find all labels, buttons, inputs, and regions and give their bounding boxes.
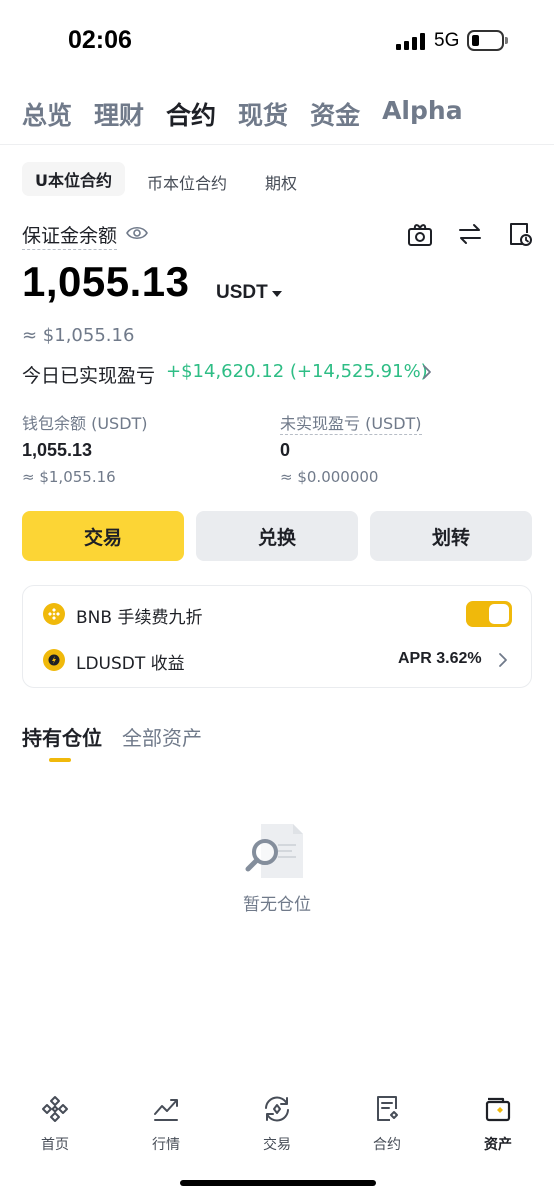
header-divider	[0, 144, 554, 145]
tab-alpha[interactable]: Alpha	[382, 96, 462, 132]
unrealized-pnl-value: 0	[280, 440, 291, 460]
tab-futures[interactable]: 合约	[166, 96, 216, 132]
ldusdt-coin-icon	[43, 649, 65, 671]
top-tabs: 总览 理财 合约 现货 资金 Alpha	[22, 96, 463, 132]
balance-unit[interactable]: USDT	[216, 282, 268, 304]
balance-usd-value: ≈ $1,055.16	[22, 325, 135, 346]
battery-tip	[505, 37, 508, 44]
apr-value[interactable]: APR 3.62%	[398, 650, 482, 668]
status-time: 02:06	[68, 26, 132, 54]
caret-down-icon[interactable]	[272, 291, 282, 297]
tab-funding[interactable]: 资金	[310, 96, 360, 132]
subtab-usdm-futures[interactable]: U本位合约	[22, 162, 125, 196]
realized-pnl-value[interactable]: +$14,620.12 (+14,525.91%)	[166, 361, 428, 382]
nav-futures[interactable]: 合约	[347, 1094, 427, 1154]
nav-market-label: 行情	[152, 1137, 180, 1153]
tab-all-assets[interactable]: 全部资产	[122, 722, 202, 751]
transfer-button[interactable]: 划转	[370, 511, 532, 561]
wallet-balance-usd: ≈ $1,055.16	[22, 468, 116, 486]
unrealized-pnl-label[interactable]: 未实现盈亏 (USDT)	[280, 410, 422, 435]
nav-home[interactable]: 首页	[15, 1094, 95, 1154]
history-doc-icon[interactable]	[506, 220, 534, 248]
margin-balance-label[interactable]: 保证金余额	[22, 221, 118, 250]
network-type: 5G	[434, 30, 460, 51]
battery-icon	[467, 30, 504, 51]
margin-balance-amount: 1,055.13	[22, 258, 190, 305]
ldusdt-earn-label[interactable]: LDUSDT 收益	[76, 649, 185, 674]
realized-pnl-label[interactable]: 今日已实现盈亏	[22, 361, 155, 388]
wallet-balance-value: 1,055.13	[22, 440, 93, 460]
home-indicator[interactable]	[180, 1180, 376, 1186]
signal-icon	[396, 32, 425, 50]
empty-positions-text: 暂无仓位	[243, 895, 311, 915]
tab-overview[interactable]: 总览	[22, 96, 72, 132]
chevron-right-icon[interactable]	[420, 362, 434, 382]
tab-holding-positions[interactable]: 持有仓位	[22, 722, 102, 751]
nav-assets-label: 资产	[484, 1137, 512, 1153]
nav-home-label: 首页	[41, 1137, 69, 1153]
tab-earn[interactable]: 理财	[94, 96, 144, 132]
unrealized-pnl-usd: ≈ $0.000000	[280, 468, 379, 486]
active-tab-indicator	[49, 758, 71, 762]
nav-futures-label: 合约	[373, 1137, 401, 1153]
futures-doc-icon	[377, 1096, 398, 1121]
home-diamond-icon	[42, 1096, 68, 1122]
eye-icon[interactable]	[126, 224, 148, 242]
nav-trade-label: 交易	[263, 1137, 291, 1153]
wallet-balance-label: 钱包余额 (USDT)	[22, 414, 148, 433]
wallet-icon	[485, 1097, 511, 1122]
trade-cycle-icon	[265, 1096, 289, 1122]
subtab-coinm-futures[interactable]: 币本位合约	[147, 170, 227, 194]
nav-trade[interactable]: 交易	[237, 1094, 317, 1154]
bnb-coin-icon	[43, 603, 65, 625]
bnb-discount-label: BNB 手续费九折	[76, 608, 203, 628]
trade-button[interactable]: 交易	[22, 511, 184, 561]
bnb-discount-toggle[interactable]	[466, 601, 512, 627]
convert-button[interactable]: 兑换	[196, 511, 358, 561]
nav-market[interactable]: 行情	[126, 1094, 206, 1154]
subtab-options[interactable]: 期权	[265, 170, 297, 194]
transfer-arrows-icon[interactable]	[456, 220, 484, 248]
chevron-right-icon[interactable]	[496, 650, 510, 670]
empty-search-icon	[245, 824, 303, 878]
nav-assets[interactable]: 资产	[458, 1094, 538, 1154]
tab-spot[interactable]: 现货	[238, 96, 288, 132]
gift-camera-icon[interactable]	[406, 220, 434, 248]
market-chart-icon	[154, 1099, 178, 1121]
